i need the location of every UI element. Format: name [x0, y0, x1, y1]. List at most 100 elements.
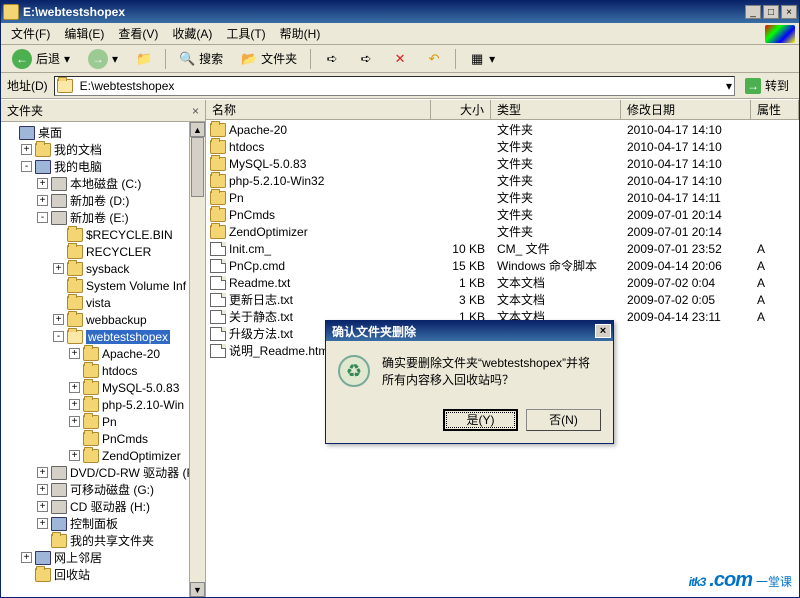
expand-toggle[interactable]: + [53, 263, 64, 274]
expand-toggle[interactable]: + [69, 348, 80, 359]
menu-item[interactable]: 工具(T) [220, 23, 271, 44]
move-to-button[interactable]: ➪ [317, 48, 347, 70]
tree-node[interactable]: +CD 驱动器 (H:) [1, 498, 205, 515]
go-button[interactable]: → 转到 [739, 75, 795, 96]
yes-button[interactable]: 是(Y) [443, 409, 518, 431]
menu-item[interactable]: 编辑(E) [58, 23, 110, 44]
tree-node[interactable]: vista [1, 294, 205, 311]
expand-toggle[interactable]: + [21, 552, 32, 563]
minimize-button[interactable]: _ [745, 5, 761, 19]
undo-button[interactable]: ↶ [419, 48, 449, 70]
file-row[interactable]: Readme.txt1 KB文本文档2009-07-02 0:04A [206, 274, 799, 291]
folder-tree[interactable]: 桌面+我的文档-我的电脑+本地磁盘 (C:)+新加卷 (D:)-新加卷 (E:)… [1, 122, 205, 597]
expand-toggle[interactable]: + [69, 416, 80, 427]
tree-node[interactable]: +控制面板 [1, 515, 205, 532]
tree-node[interactable]: +我的文档 [1, 141, 205, 158]
tree-node[interactable]: +可移动磁盘 (G:) [1, 481, 205, 498]
tree-node[interactable]: +DVD/CD-RW 驱动器 (F: [1, 464, 205, 481]
file-row[interactable]: php-5.2.10-Win32文件夹2010-04-17 14:10 [206, 172, 799, 189]
tree-node[interactable]: + MySQL-5.0.83 [1, 379, 205, 396]
expand-toggle[interactable]: + [69, 450, 80, 461]
forward-button[interactable]: → ▾ [81, 46, 125, 72]
file-row[interactable]: Apache-20文件夹2010-04-17 14:10 [206, 121, 799, 138]
file-row[interactable]: PnCp.cmd15 KBWindows 命令脚本2009-04-14 20:0… [206, 257, 799, 274]
tree-node[interactable]: 桌面 [1, 124, 205, 141]
cell-date: 2010-04-17 14:10 [621, 174, 751, 188]
tree-node[interactable]: htdocs [1, 362, 205, 379]
expand-toggle[interactable]: + [37, 467, 48, 478]
expand-toggle[interactable]: + [37, 195, 48, 206]
menu-item[interactable]: 文件(F) [5, 23, 56, 44]
copy-to-button[interactable]: ➪ [351, 48, 381, 70]
tree-node[interactable]: $RECYCLE.BIN [1, 226, 205, 243]
tree-node[interactable]: RECYCLER [1, 243, 205, 260]
file-row[interactable]: ZendOptimizer文件夹2009-07-01 20:14 [206, 223, 799, 240]
expand-toggle[interactable]: - [53, 331, 64, 342]
tree-node[interactable]: -webtestshopex [1, 328, 205, 345]
tree-label: MySQL-5.0.83 [102, 381, 179, 395]
tree-node[interactable]: -我的电脑 [1, 158, 205, 175]
column-size[interactable]: 大小 [431, 100, 491, 119]
tree-node[interactable]: +php-5.2.10-Win [1, 396, 205, 413]
expand-toggle[interactable]: + [37, 484, 48, 495]
scroll-up-button[interactable]: ▲ [190, 122, 205, 137]
file-row[interactable]: htdocs文件夹2010-04-17 14:10 [206, 138, 799, 155]
tree-label: webbackup [86, 313, 147, 327]
tree-node[interactable]: +Pn [1, 413, 205, 430]
address-input[interactable]: E:\webtestshopex ▾ [54, 76, 735, 96]
folder-icon [83, 381, 99, 395]
tree-node[interactable]: PnCmds [1, 430, 205, 447]
tree-node[interactable]: System Volume Inf [1, 277, 205, 294]
tree-node[interactable]: +Apache-20 [1, 345, 205, 362]
menu-item[interactable]: 帮助(H) [274, 23, 327, 44]
dialog-close-button[interactable]: × [595, 324, 611, 338]
dialog-titlebar[interactable]: 确认文件夹删除 × [326, 321, 613, 341]
menu-item[interactable]: 收藏(A) [166, 23, 218, 44]
file-row[interactable]: PnCmds文件夹2009-07-01 20:14 [206, 206, 799, 223]
tree-node[interactable]: -新加卷 (E:) [1, 209, 205, 226]
file-row[interactable]: MySQL-5.0.83文件夹2010-04-17 14:10 [206, 155, 799, 172]
dropdown-arrow-icon[interactable]: ▾ [726, 79, 732, 93]
back-button[interactable]: ← 后退 ▾ [5, 46, 77, 72]
tree-node[interactable]: +ZendOptimizer [1, 447, 205, 464]
expand-toggle[interactable]: + [69, 382, 80, 393]
tree-node[interactable]: +sysback [1, 260, 205, 277]
menu-item[interactable]: 查看(V) [112, 23, 164, 44]
tree-node[interactable]: +本地磁盘 (C:) [1, 175, 205, 192]
expand-toggle[interactable]: + [37, 518, 48, 529]
file-row[interactable]: 更新日志.txt3 KB文本文档2009-07-02 0:05A [206, 291, 799, 308]
column-name[interactable]: 名称 [206, 100, 431, 119]
tree-node[interactable]: +新加卷 (D:) [1, 192, 205, 209]
folders-button[interactable]: 📂文件夹 [234, 47, 304, 70]
titlebar[interactable]: E:\webtestshopex _ □ × [1, 1, 799, 23]
expand-toggle[interactable]: - [21, 161, 32, 172]
tree-node[interactable]: + webbackup [1, 311, 205, 328]
expand-toggle[interactable]: + [37, 178, 48, 189]
expand-toggle[interactable]: - [37, 212, 48, 223]
no-button[interactable]: 否(N) [526, 409, 601, 431]
up-button[interactable]: 📁 [129, 48, 159, 70]
close-pane-button[interactable]: × [192, 104, 199, 118]
expand-toggle[interactable]: + [37, 501, 48, 512]
column-attr[interactable]: 属性 [751, 100, 799, 119]
column-date[interactable]: 修改日期 [621, 100, 751, 119]
column-type[interactable]: 类型 [491, 100, 621, 119]
tree-node[interactable]: 回收站 [1, 566, 205, 583]
scroll-down-button[interactable]: ▼ [190, 582, 205, 597]
tree-node[interactable]: +网上邻居 [1, 549, 205, 566]
tree-node[interactable]: 我的共享文件夹 [1, 532, 205, 549]
scroll-thumb[interactable] [191, 137, 204, 197]
file-row[interactable]: Init.cm_10 KBCM_ 文件2009-07-01 23:52A [206, 240, 799, 257]
maximize-button[interactable]: □ [763, 5, 779, 19]
file-row[interactable]: Pn文件夹2010-04-17 14:11 [206, 189, 799, 206]
expand-toggle[interactable]: + [69, 399, 80, 410]
expand-toggle[interactable]: + [53, 314, 64, 325]
tree-label: RECYCLER [86, 245, 151, 259]
delete-button[interactable]: ✕ [385, 48, 415, 70]
close-button[interactable]: × [781, 5, 797, 19]
views-button[interactable]: ▦▾ [462, 48, 502, 70]
tree-scrollbar[interactable]: ▲ ▼ [189, 122, 205, 597]
expand-toggle[interactable]: + [21, 144, 32, 155]
search-button[interactable]: 🔍搜索 [172, 47, 230, 70]
confirm-delete-dialog: 确认文件夹删除 × ♻ 确实要删除文件夹“webtestshopex”并将所有内… [325, 320, 614, 444]
